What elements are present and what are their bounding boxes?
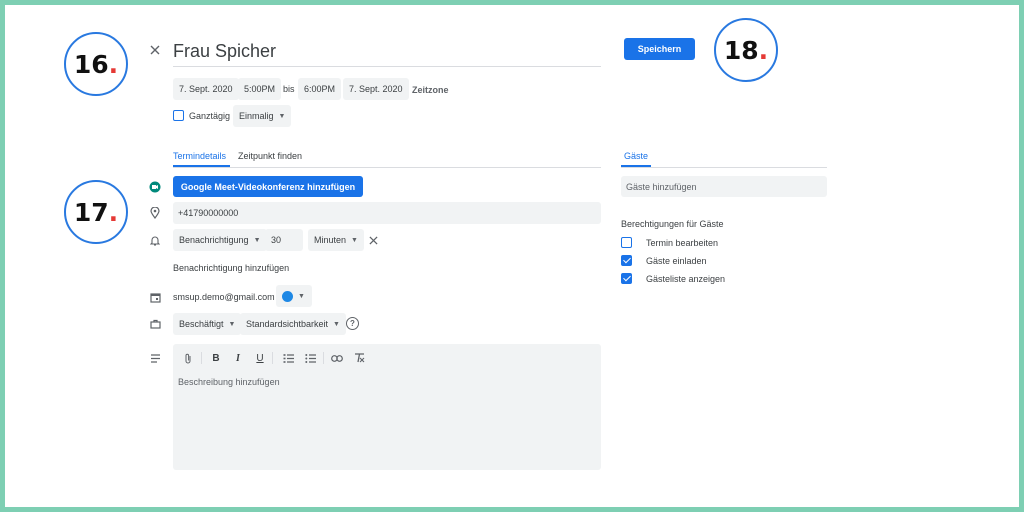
until-label: bis xyxy=(283,84,295,94)
guests-placeholder: Gäste hinzufügen xyxy=(626,182,697,192)
tabs-divider xyxy=(173,167,601,168)
add-meet-button[interactable]: Google Meet-Videokonferenz hinzufügen xyxy=(173,176,363,197)
bell-icon xyxy=(148,233,162,247)
permissions-title: Berechtigungen für Gäste xyxy=(621,219,724,229)
permission-label: Gäste einladen xyxy=(646,256,707,266)
busy-value: Beschäftigt xyxy=(179,319,224,329)
repeat-select[interactable]: Einmalig ▼ xyxy=(233,105,292,127)
calendar-icon xyxy=(148,290,162,304)
description-icon xyxy=(148,351,162,365)
remove-notification-icon[interactable] xyxy=(366,233,380,247)
calendar-owner: smsup.demo@gmail.com xyxy=(173,292,275,302)
chevron-down-icon: ▼ xyxy=(278,112,286,120)
permission-label: Gästeliste anzeigen xyxy=(646,274,726,284)
step-badge-17: 17. xyxy=(64,180,128,244)
step-badge-18: 18. xyxy=(714,18,778,82)
italic-button[interactable]: I xyxy=(231,351,245,365)
step-number: 18 xyxy=(723,35,759,65)
google-meet-icon xyxy=(148,180,162,194)
chevron-down-icon: ▼ xyxy=(351,236,358,244)
attachment-icon[interactable] xyxy=(181,351,195,365)
chevron-down-icon: ▼ xyxy=(333,320,340,328)
visibility-value: Standardsichtbarkeit xyxy=(246,319,329,329)
tab-termindetails[interactable]: Termindetails xyxy=(173,151,226,161)
step-dot: . xyxy=(758,35,769,65)
notification-type-value: Benachrichtigung xyxy=(179,235,249,245)
start-time[interactable]: 5:00PM xyxy=(238,78,282,100)
permission-checkbox-edit[interactable] xyxy=(621,237,632,248)
step-badge-16: 16. xyxy=(64,32,128,96)
end-date[interactable]: 7. Sept. 2020 xyxy=(343,78,409,100)
permission-checkbox-see-list[interactable] xyxy=(621,273,632,284)
location-value: +41790000000 xyxy=(178,208,239,218)
help-glyph: ? xyxy=(350,319,355,328)
step-number: 17 xyxy=(73,197,109,227)
notification-value: 30 xyxy=(271,235,282,245)
chevron-down-icon: ▼ xyxy=(298,292,305,300)
allday-label: Ganztägig xyxy=(189,111,231,121)
end-time[interactable]: 6:00PM xyxy=(298,78,342,100)
visibility-select[interactable]: Standardsichtbarkeit ▼ xyxy=(240,313,346,335)
notification-value-input[interactable]: 30 xyxy=(265,229,303,251)
link-icon[interactable] xyxy=(330,351,344,365)
color-select[interactable]: ▼ xyxy=(276,285,312,307)
bulleted-list-icon[interactable] xyxy=(303,351,317,365)
location-pin-icon xyxy=(148,206,162,220)
notification-type-select[interactable]: Benachrichtigung ▼ xyxy=(173,229,267,251)
briefcase-icon xyxy=(148,317,162,331)
add-notification-link[interactable]: Benachrichtigung hinzufügen xyxy=(173,263,289,273)
busy-select[interactable]: Beschäftigt ▼ xyxy=(173,313,242,335)
close-icon[interactable] xyxy=(148,43,162,57)
title-underline xyxy=(173,66,601,67)
notification-unit-select[interactable]: Minuten ▼ xyxy=(308,229,364,251)
description-placeholder: Beschreibung hinzufügen xyxy=(178,377,280,387)
tab-gaeste[interactable]: Gäste xyxy=(624,151,648,161)
chevron-down-icon: ▼ xyxy=(228,320,236,328)
color-dot xyxy=(282,290,293,302)
toolbar-separator xyxy=(323,352,324,364)
chevron-down-icon: ▼ xyxy=(253,236,261,244)
event-title[interactable]: Frau Spicher xyxy=(173,41,276,62)
underline-button[interactable]: U xyxy=(253,351,267,365)
bold-button[interactable]: B xyxy=(209,351,223,365)
start-date[interactable]: 7. Sept. 2020 xyxy=(173,78,239,100)
toolbar-separator xyxy=(201,352,202,364)
guests-tabs-divider xyxy=(621,167,827,168)
step-number: 16 xyxy=(73,49,109,79)
allday-checkbox[interactable] xyxy=(173,110,184,121)
toolbar-separator xyxy=(272,352,273,364)
help-icon[interactable]: ? xyxy=(346,317,359,330)
step-dot: . xyxy=(108,197,119,227)
tab-zeitpunkt-finden[interactable]: Zeitpunkt finden xyxy=(238,151,302,161)
step-dot: . xyxy=(108,49,119,79)
permission-checkbox-invite[interactable] xyxy=(621,255,632,266)
numbered-list-icon[interactable] xyxy=(281,351,295,365)
remove-formatting-icon[interactable] xyxy=(352,351,366,365)
timezone-link[interactable]: Zeitzone xyxy=(412,85,449,95)
notification-unit-value: Minuten xyxy=(314,235,347,245)
repeat-value: Einmalig xyxy=(239,111,274,121)
save-button[interactable]: Speichern xyxy=(624,38,695,60)
permission-label: Termin bearbeiten xyxy=(646,238,719,248)
